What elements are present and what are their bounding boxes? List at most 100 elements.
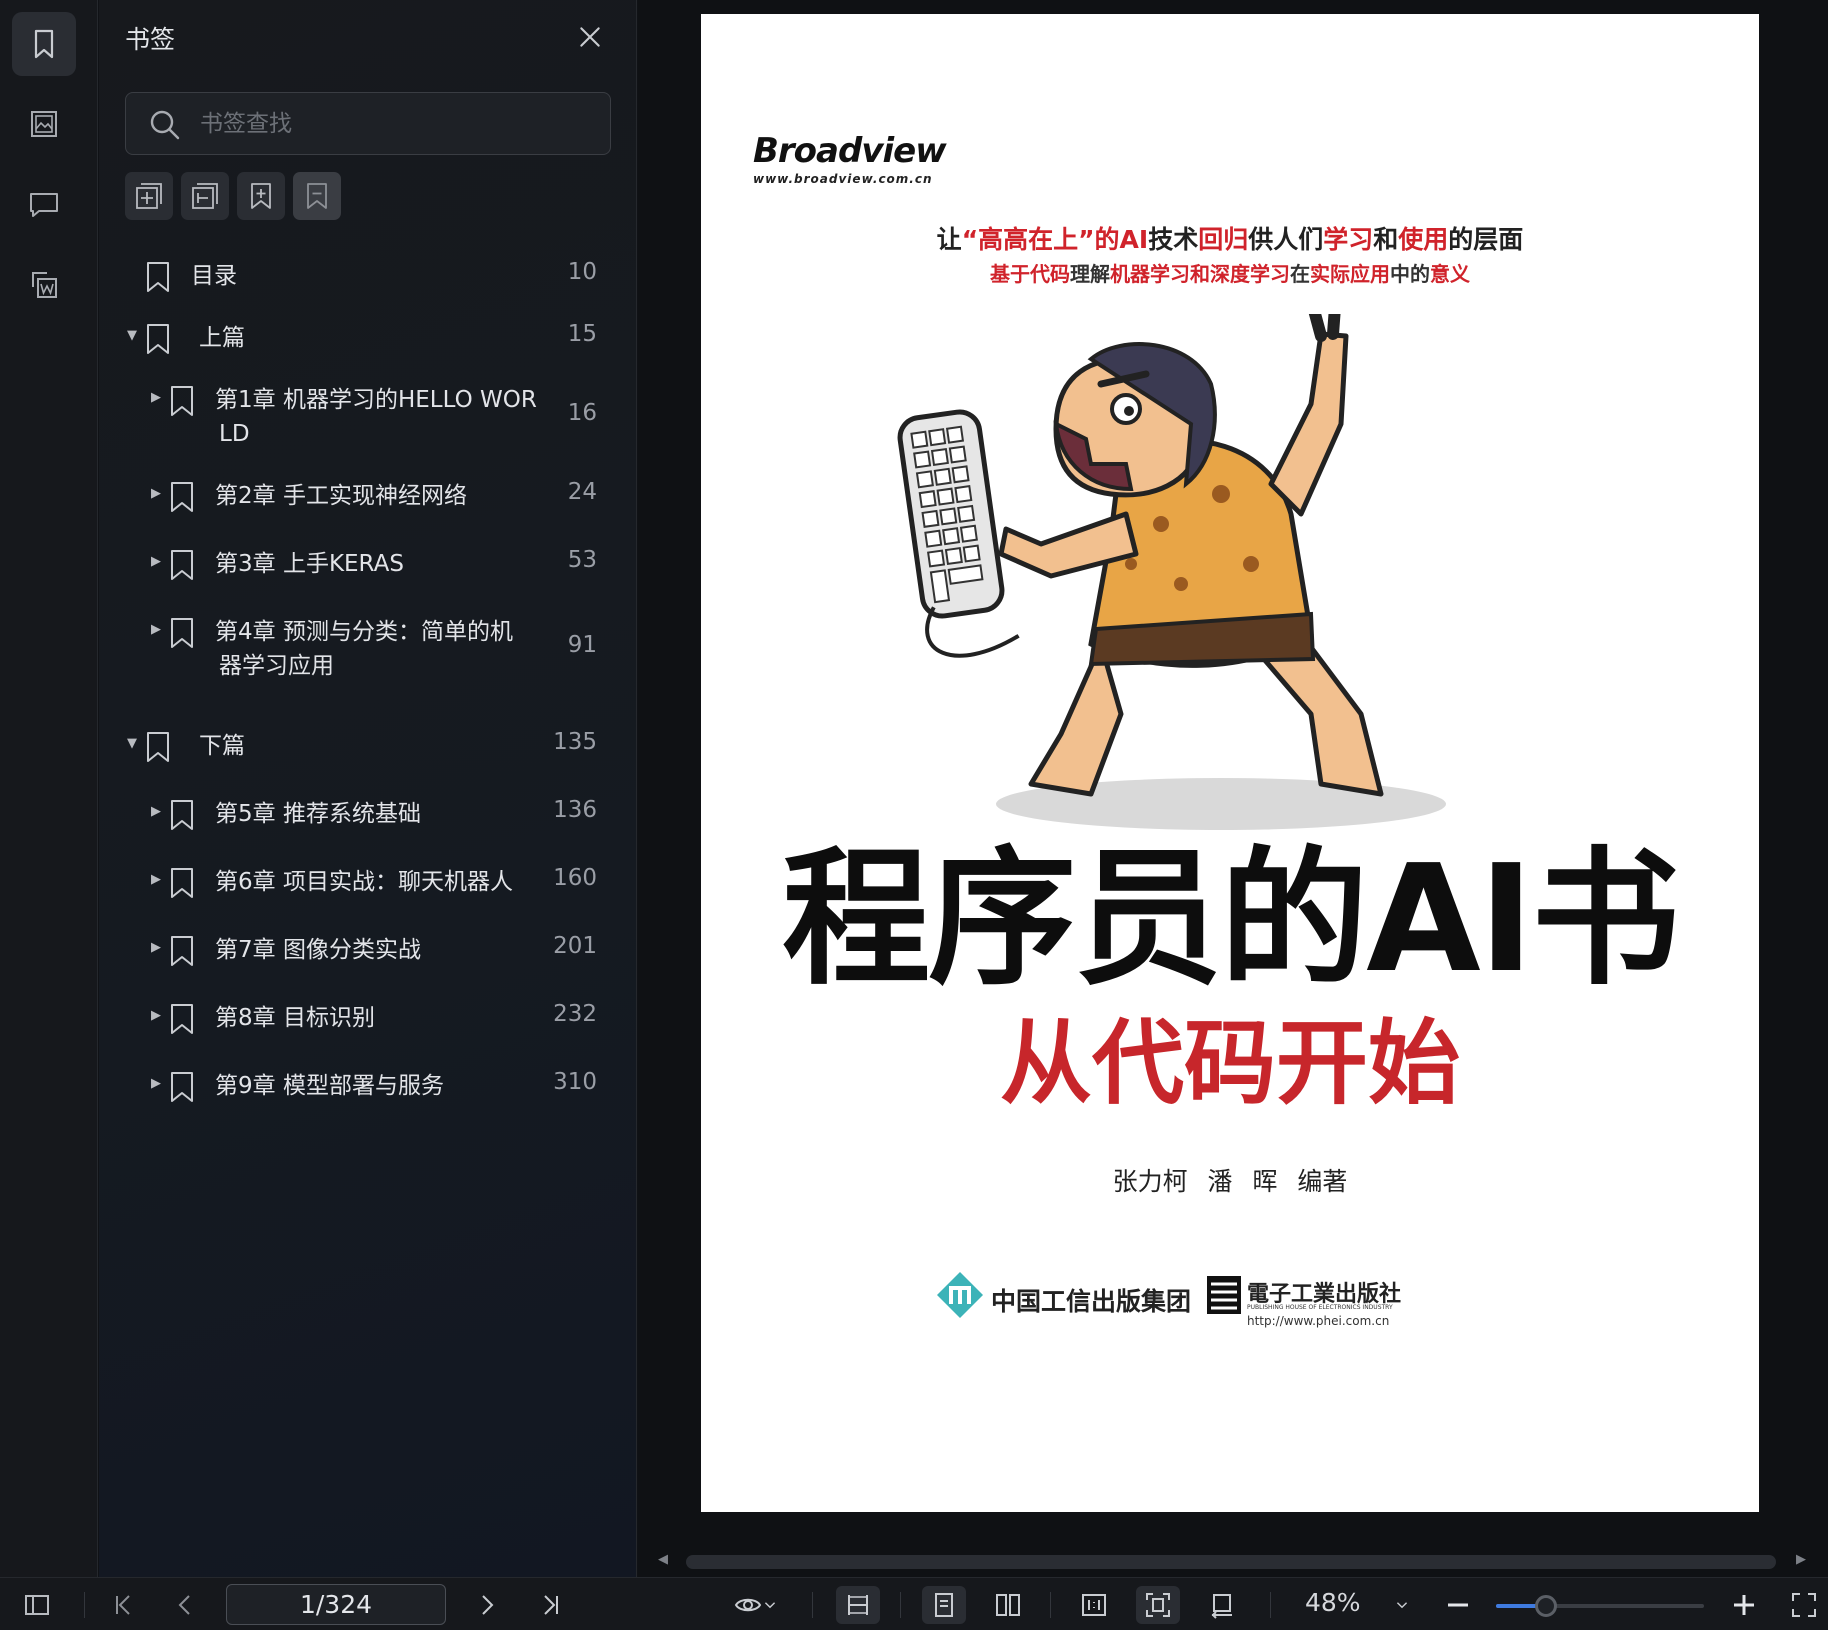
fit-page-icon	[1146, 1593, 1170, 1617]
expand-arrow-icon[interactable]: ▶	[151, 873, 163, 886]
bookmark-item[interactable]: ▶ 第9章 模型部署与服务 310	[99, 1058, 637, 1120]
bookmark-item[interactable]: ▶ 第3章 上手KERAS 53	[99, 536, 637, 598]
expand-arrow-icon[interactable]: ▶	[151, 805, 163, 818]
bookmarks-tab-button[interactable]	[12, 12, 76, 76]
two-page-button[interactable]	[986, 1586, 1030, 1624]
plus-icon	[1734, 1595, 1754, 1615]
expand-arrow-icon[interactable]: ▶	[151, 555, 163, 568]
expand-all-icon	[136, 183, 162, 209]
next-page-button[interactable]	[468, 1586, 506, 1624]
previous-page-button[interactable]	[166, 1586, 204, 1624]
bookmark-item[interactable]: ▼ 下篇 135	[99, 718, 637, 780]
actual-size-icon	[1082, 1594, 1106, 1616]
chevron-down-icon	[764, 1602, 776, 1609]
collapse-arrow-icon[interactable]: ▼	[127, 737, 139, 750]
bookmark-item[interactable]: ▶ 第5章 推荐系统基础 136	[99, 786, 637, 848]
bookmark-panel: 书签 目录 10 ▼ 上篇 15	[99, 0, 637, 1577]
zoom-out-button[interactable]	[1440, 1586, 1476, 1624]
chevron-right-icon	[482, 1595, 494, 1615]
collapse-all-button[interactable]	[181, 172, 229, 220]
scroll-left-arrow-icon[interactable]: ◀	[658, 1552, 668, 1567]
search-icon	[150, 110, 180, 140]
bookmark-item[interactable]: ▶ 第1章 机器学习的HELLO WOR LD 16	[99, 372, 637, 468]
sidebar-toggle-icon	[25, 1595, 49, 1615]
expand-all-button[interactable]	[125, 172, 173, 220]
bookmark-icon	[34, 29, 54, 59]
last-page-icon	[544, 1595, 558, 1615]
fullscreen-button[interactable]	[1786, 1586, 1822, 1624]
bookmark-item[interactable]: ▶ 第2章 手工实现神经网络 24	[99, 468, 637, 530]
remove-bookmark-button[interactable]	[293, 172, 341, 220]
expand-arrow-icon[interactable]: ▶	[151, 1009, 163, 1022]
bookmark-icon	[167, 934, 197, 968]
cover-tagline-1: 让“高高在上”的AI技术回归供人们学习和使用的层面	[936, 225, 1524, 254]
publisher-house-logo	[1207, 1276, 1241, 1314]
rotate-button[interactable]	[1200, 1586, 1244, 1624]
zoom-dropdown-button[interactable]	[1390, 1586, 1414, 1624]
bookmark-icon	[167, 384, 197, 418]
bookmark-page-number: 160	[553, 865, 597, 891]
bookmark-item[interactable]: ▼ 上篇 15	[99, 310, 637, 372]
expand-arrow-icon[interactable]: ▶	[151, 391, 163, 404]
bookmark-search-box	[125, 92, 611, 155]
fit-page-button[interactable]	[1136, 1586, 1180, 1624]
scrollbar-thumb[interactable]	[686, 1555, 1776, 1569]
view-mode-dropdown[interactable]	[724, 1586, 788, 1624]
bookmark-page-number: 135	[553, 729, 597, 755]
publisher-house-en: PUBLISHING HOUSE OF ELECTRONICS INDUSTRY	[1247, 1304, 1393, 1311]
fullscreen-icon	[1792, 1593, 1816, 1617]
expand-arrow-icon[interactable]: ▶	[151, 1077, 163, 1090]
bookmark-item[interactable]: ▶ 第7章 图像分类实战 201	[99, 922, 637, 984]
actual-size-button[interactable]	[1072, 1586, 1116, 1624]
zoom-slider[interactable]	[1496, 1595, 1704, 1617]
collapse-arrow-icon[interactable]: ▼	[127, 329, 139, 342]
expand-arrow-icon[interactable]: ▶	[151, 487, 163, 500]
bookmark-label: 目录	[191, 263, 237, 289]
first-page-icon	[116, 1595, 130, 1615]
single-page-button[interactable]	[922, 1586, 966, 1624]
convert-tab-button[interactable]	[12, 252, 76, 316]
scroll-right-arrow-icon[interactable]: ▶	[1796, 1552, 1806, 1567]
horizontal-scrollbar[interactable]: ◀ ▶	[658, 1552, 1808, 1570]
bookmark-search-input[interactable]	[200, 101, 590, 147]
bookmark-item[interactable]: ▶ 第4章 预测与分类：简单的机 器学习应用 91	[99, 604, 637, 700]
close-panel-button[interactable]	[573, 20, 607, 54]
document-viewport[interactable]: Broadview www.broadview.com.cn 让“高高在上”的A…	[638, 0, 1828, 1577]
publisher-group-name: 中国工信出版集团	[991, 1287, 1192, 1316]
thumbnails-tab-button[interactable]	[12, 92, 76, 156]
page-number-input[interactable]: 1/324	[226, 1584, 446, 1625]
bookmark-item[interactable]: 目录 10	[99, 248, 637, 310]
bookmark-icon	[167, 866, 197, 900]
cover-tagline-2: 基于代码理解机器学习和深度学习在实际应用中的意义	[990, 262, 1470, 286]
bookmark-label: 第4章 预测与分类：简单的机	[215, 619, 513, 645]
publisher-group-logo	[937, 1272, 983, 1318]
first-page-button[interactable]	[104, 1586, 142, 1624]
fit-width-button[interactable]	[836, 1586, 880, 1624]
bookmark-page-number: 136	[553, 797, 597, 823]
expand-arrow-icon[interactable]: ▶	[151, 623, 163, 636]
zoom-slider-handle[interactable]	[1534, 1595, 1557, 1617]
panel-title: 书签	[125, 25, 176, 54]
bookmark-label-continued: LD	[219, 421, 250, 447]
bookmark-label: 第5章 推荐系统基础	[215, 801, 421, 827]
publisher-brand-logo: Broadview	[753, 131, 947, 171]
single-page-icon	[935, 1593, 953, 1617]
expand-arrow-icon[interactable]: ▶	[151, 941, 163, 954]
toggle-sidebar-button[interactable]	[18, 1586, 56, 1624]
comments-tab-button[interactable]	[12, 172, 76, 236]
last-page-button[interactable]	[532, 1586, 570, 1624]
bookmark-icon	[167, 616, 197, 650]
rotate-icon	[1211, 1594, 1232, 1619]
bookmark-item[interactable]: ▶ 第8章 目标识别 232	[99, 990, 637, 1052]
bookmark-page-number: 310	[553, 1069, 597, 1095]
bookmark-icon	[167, 480, 197, 514]
zoom-in-button[interactable]	[1726, 1586, 1762, 1624]
bookmark-icon	[167, 1070, 197, 1104]
fit-width-icon	[848, 1595, 868, 1615]
bookmark-icon	[143, 730, 173, 764]
chevron-left-icon	[178, 1595, 190, 1615]
zoom-level[interactable]: 48%	[1305, 1588, 1361, 1617]
bookmark-item[interactable]: ▶ 第6章 项目实战：聊天机器人 160	[99, 854, 637, 916]
add-bookmark-button[interactable]	[237, 172, 285, 220]
sidebar-rail	[0, 0, 98, 1577]
